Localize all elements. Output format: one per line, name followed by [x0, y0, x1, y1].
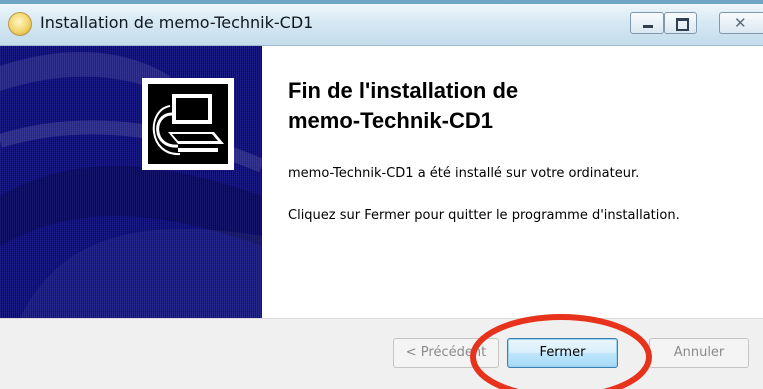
wizard-banner — [0, 46, 262, 318]
install-complete-message: memo-Technik-CD1 a été installé sur votr… — [288, 166, 640, 181]
finish-close-button[interactable]: Fermer — [507, 338, 618, 368]
minimize-icon — [643, 25, 653, 28]
window-title: Installation de memo-Technik-CD1 — [40, 13, 314, 32]
close-instruction-message: Cliquez sur Fermer pour quitter le progr… — [288, 208, 680, 223]
setup-computer-icon — [142, 78, 234, 170]
title-bar[interactable]: Installation de memo-Technik-CD1 ✕ — [0, 0, 763, 46]
maximize-icon — [676, 18, 689, 31]
close-window-button[interactable]: ✕ — [719, 12, 763, 34]
previous-button[interactable]: < Précédent — [393, 338, 499, 368]
close-icon: ✕ — [734, 14, 747, 32]
minimize-button[interactable] — [630, 12, 664, 34]
installer-window: Installation de memo-Technik-CD1 ✕ Fin d… — [0, 0, 763, 389]
installer-app-icon — [8, 12, 32, 36]
maximize-button[interactable] — [664, 12, 697, 34]
page-title-line-2: memo-Technik-CD1 — [288, 108, 493, 133]
page-title: Fin de l'installation de memo-Technik-CD… — [288, 76, 708, 136]
cancel-button[interactable]: Annuler — [649, 338, 749, 368]
page-title-line-1: Fin de l'installation de — [288, 78, 519, 103]
